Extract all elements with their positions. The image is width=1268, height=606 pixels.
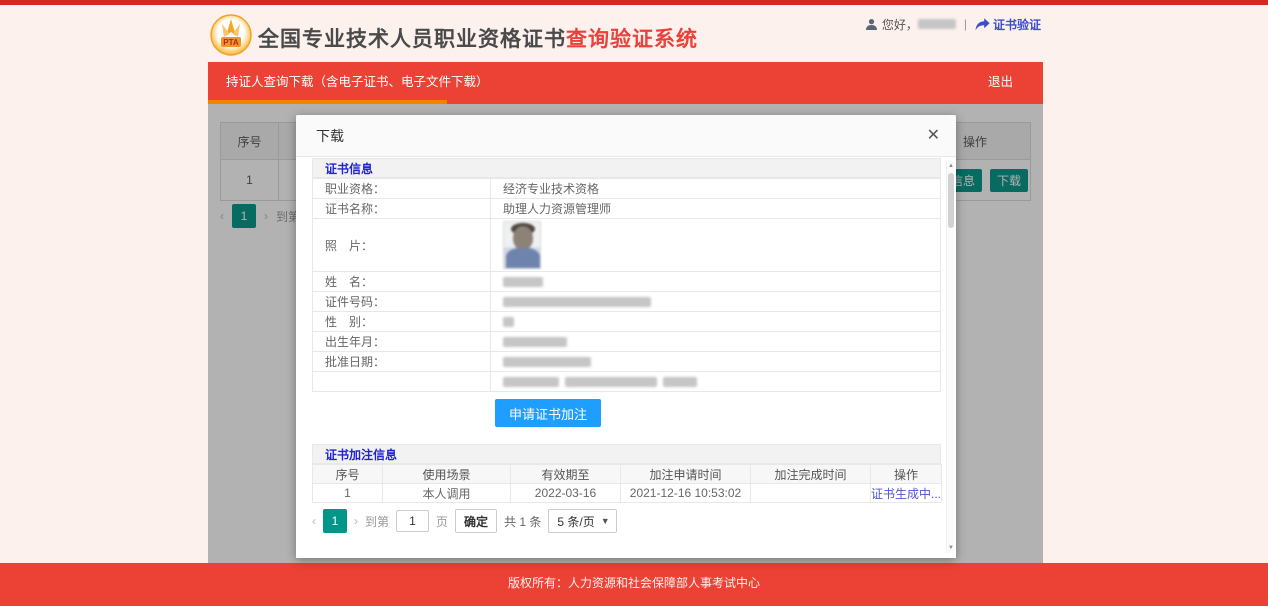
scroll-up-icon[interactable]: ▲: [947, 162, 955, 170]
page-size-value: 5 条/页: [557, 513, 594, 530]
site-header: PTA 全国专业技术人员职业资格证书查询验证系统 您好， | 证书验证: [208, 5, 1043, 62]
nav-bar: 持证人查询下载（含电子证书、电子文件下载） 退出: [208, 62, 1043, 104]
row-id-number: 证件号码：: [313, 292, 941, 312]
value-cert-name: 助理人力资源管理师: [491, 199, 941, 219]
annot-col-valid-until: 有效期至: [511, 465, 621, 484]
row-approval-date: 批准日期：: [313, 352, 941, 372]
certificate-photo: [503, 221, 541, 269]
apply-row: 申请证书加注: [312, 399, 941, 427]
annotation-header-row: 序号 使用场景 有效期至 加注申请时间 加注完成时间 操作: [313, 465, 942, 484]
site-title-main: 全国专业技术人员职业资格证书: [258, 28, 566, 51]
scrollbar-thumb[interactable]: [948, 173, 954, 228]
masked-id-number: [503, 297, 651, 307]
site-title-accent: 查询验证系统: [566, 28, 698, 51]
annot-page-1-button[interactable]: 1: [323, 509, 347, 533]
annot-prev-page-icon[interactable]: ‹: [312, 514, 316, 528]
cert-info-table: 职业资格： 经济专业技术资格 证书名称： 助理人力资源管理师 照 片：: [312, 178, 941, 392]
masked-approval-date: [503, 357, 591, 367]
value-gender: [491, 312, 941, 332]
label-birth: 出生年月：: [313, 332, 491, 352]
page-jump-input[interactable]: [396, 510, 429, 532]
annotation-table: 序号 使用场景 有效期至 加注申请时间 加注完成时间 操作 1 本人调用 202…: [312, 464, 942, 503]
logout-button[interactable]: 退出: [988, 62, 1013, 102]
modal-scrollbar[interactable]: ▲ ▼: [946, 161, 954, 553]
row-qualification: 职业资格： 经济专业技术资格: [313, 179, 941, 199]
value-extra: [491, 372, 941, 392]
masked-name: [503, 277, 543, 287]
scroll-down-icon[interactable]: ▼: [947, 544, 955, 552]
label-qualification: 职业资格：: [313, 179, 491, 199]
value-qualification: 经济专业技术资格: [491, 179, 941, 199]
confirm-page-button[interactable]: 确定: [455, 509, 497, 533]
modal-title: 下载: [316, 115, 344, 157]
annot-col-finish-time: 加注完成时间: [751, 465, 871, 484]
annot-seq: 1: [313, 484, 383, 503]
annot-col-seq: 序号: [313, 465, 383, 484]
logo-text: PTA: [223, 38, 239, 47]
value-approval-date: [491, 352, 941, 372]
row-gender: 性 别：: [313, 312, 941, 332]
annot-next-page-icon[interactable]: ›: [354, 514, 358, 528]
cert-info-section-title: 证书信息: [312, 158, 941, 178]
annot-col-action: 操作: [871, 465, 942, 484]
annotation-pagination: ‹ 1 › 到第 页 确定 共 1 条 5 条/页 ▼: [312, 509, 941, 533]
cert-generating-link[interactable]: 证书生成中...: [871, 487, 941, 501]
download-modal: 下载 ✕ 证书信息 职业资格： 经济专业技术资格 证书名称： 助理人力资源管理师: [296, 115, 956, 558]
modal-body: 证书信息 职业资格： 经济专业技术资格 证书名称： 助理人力资源管理师 照 片：: [296, 158, 956, 558]
copyright-text: 版权所有：人力资源和社会保障部人事考试中心: [0, 563, 1268, 603]
annotation-data-row: 1 本人调用 2022-03-16 2021-12-16 10:53:02 证书…: [313, 484, 942, 503]
annot-jump-unit: 页: [436, 513, 448, 530]
label-id-number: 证件号码：: [313, 292, 491, 312]
apply-annotation-button[interactable]: 申请证书加注: [495, 399, 601, 427]
user-icon: [865, 18, 878, 31]
masked-extra-3: [663, 377, 697, 387]
footer: 版权所有：人力资源和社会保障部人事考试中心: [0, 563, 1268, 606]
masked-extra-1: [503, 377, 559, 387]
value-birth: [491, 332, 941, 352]
annot-col-scene: 使用场景: [383, 465, 511, 484]
masked-extra-2: [565, 377, 657, 387]
total-count-label: 共 1 条: [504, 513, 541, 530]
tab-holder-query-download[interactable]: 持证人查询下载（含电子证书、电子文件下载）: [226, 62, 489, 102]
annot-valid-until: 2022-03-16: [511, 484, 621, 503]
value-photo: [491, 219, 941, 272]
label-extra: [313, 372, 491, 392]
annotation-section-title: 证书加注信息: [312, 444, 941, 464]
site-title: 全国专业技术人员职业资格证书查询验证系统: [258, 23, 698, 53]
user-area: 您好， | 证书验证: [865, 15, 1041, 33]
annot-finish-time: [751, 484, 871, 503]
row-photo: 照 片：: [313, 219, 941, 272]
row-cert-name: 证书名称： 助理人力资源管理师: [313, 199, 941, 219]
main-content: 序号 操作 1 证书信息 下载 ‹ 1 › 到第 下载: [208, 104, 1043, 563]
share-arrow-icon: [975, 18, 990, 31]
label-approval-date: 批准日期：: [313, 352, 491, 372]
label-name: 姓 名：: [313, 272, 491, 292]
modal-header: 下载 ✕: [296, 115, 956, 157]
annot-apply-time: 2021-12-16 10:53:02: [621, 484, 751, 503]
row-birth: 出生年月：: [313, 332, 941, 352]
greeting-text: 您好，: [882, 16, 918, 33]
close-icon[interactable]: ✕: [927, 126, 940, 146]
certificate-verify-link[interactable]: 证书验证: [975, 16, 1041, 33]
masked-gender: [503, 317, 514, 327]
row-name: 姓 名：: [313, 272, 941, 292]
label-gender: 性 别：: [313, 312, 491, 332]
label-photo: 照 片：: [313, 219, 491, 272]
annot-jump-label: 到第: [365, 513, 389, 530]
label-cert-name: 证书名称：: [313, 199, 491, 219]
chevron-down-icon: ▼: [601, 516, 610, 526]
masked-birth: [503, 337, 567, 347]
annot-col-apply-time: 加注申请时间: [621, 465, 751, 484]
pta-logo: PTA: [210, 14, 252, 56]
row-extra: [313, 372, 941, 392]
annot-scene: 本人调用: [383, 484, 511, 503]
verify-link-label: 证书验证: [993, 16, 1041, 33]
value-name: [491, 272, 941, 292]
page-size-select[interactable]: 5 条/页 ▼: [548, 509, 616, 533]
value-id-number: [491, 292, 941, 312]
screen: PTA 全国专业技术人员职业资格证书查询验证系统 您好， | 证书验证 持证人查…: [0, 0, 1268, 606]
header-divider: |: [964, 17, 967, 31]
user-name-masked: [918, 19, 956, 29]
